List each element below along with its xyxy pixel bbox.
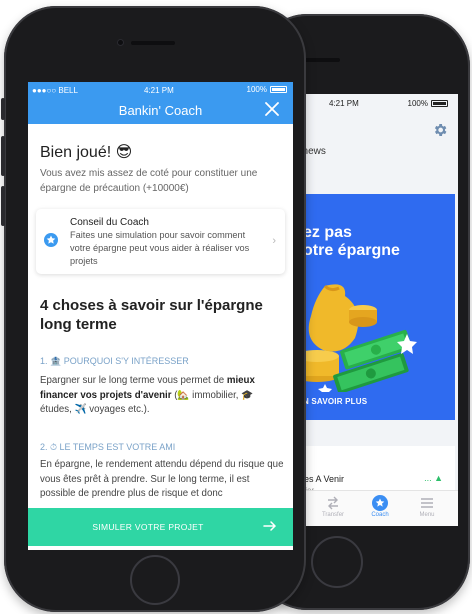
chevron-right-icon: ›	[272, 235, 276, 247]
promo-title: ez pas otre épargne	[303, 224, 400, 261]
battery-text: 100%	[246, 85, 267, 94]
coach-card-title: Conseil du Coach	[70, 217, 149, 228]
section1-text-start: Epargner sur le long terme vous permet d…	[40, 375, 227, 386]
coach-star-icon	[44, 233, 58, 247]
back-phone-speaker	[300, 58, 340, 62]
money-bag-illustration	[295, 284, 417, 392]
status-time: 4:21 PM	[144, 86, 174, 95]
tab-transfer[interactable]: Transfer	[308, 495, 358, 518]
back-home-button[interactable]	[311, 536, 363, 588]
back-phone-screen: 4:21 PM 100% t news ez pas otre épargne	[295, 94, 458, 526]
volume-up-button	[1, 136, 5, 176]
back-status-bar: 4:21 PM 100%	[295, 94, 458, 112]
tab-coach-label: Coach	[371, 512, 389, 518]
section2-text: En épargne, le rendement attendu dépend …	[40, 459, 284, 499]
promo-title-line2: otre épargne	[303, 242, 400, 260]
front-camera	[118, 40, 123, 45]
carrier-label: ●●●○○ BELL	[32, 86, 78, 95]
promo-cta-link[interactable]: N SAVOIR PLUS	[303, 397, 367, 406]
section1-text: Epargner sur le long terme vous permet d…	[40, 374, 284, 418]
arrow-right-icon	[263, 521, 277, 531]
tab-transfer-label: Transfer	[321, 512, 345, 518]
simulate-project-button[interactable]: SIMULER VOTRE PROJET	[28, 508, 293, 546]
front-speaker	[131, 41, 175, 45]
coach-screen: ●●●○○ BELL 4:21 PM 100% Bankin' Coach Bi…	[28, 82, 293, 550]
home-button[interactable]	[130, 555, 180, 605]
tab-coach[interactable]: Coach	[355, 495, 405, 518]
coach-star-icon	[372, 495, 388, 511]
section2-title: 2. ⏱ LE TEMPS EST VOTRE AMI	[40, 442, 176, 452]
section1-title: 1. 🏦 POURQUOI S'Y INTÉRESSER	[40, 356, 189, 366]
trend-up-icon: ... ▲	[424, 473, 443, 483]
coach-card-text: Faites une simulation pour savoir commen…	[70, 230, 250, 266]
back-battery-text: 100%	[407, 98, 428, 108]
status-battery: 100%	[247, 85, 287, 94]
promo-banner[interactable]: ez pas otre épargne N SAVOIR PLUS	[295, 194, 455, 420]
back-status-time: 4:21 PM	[329, 98, 359, 108]
close-icon[interactable]	[265, 102, 279, 116]
intro-text: Vous avez mis assez de coté pour constit…	[40, 168, 258, 194]
gear-icon[interactable]	[432, 122, 448, 138]
coach-advice-card[interactable]: Conseil du Coach Faites une simulation p…	[36, 209, 285, 274]
coach-content[interactable]: Bien joué! 😎 Vous avez mis assez de coté…	[28, 124, 293, 508]
transfer-icon	[328, 496, 338, 510]
simulate-project-label: SIMULER VOTRE PROJET	[92, 522, 204, 532]
section-heading: 4 choses à savoir sur l'épargne long ter…	[40, 297, 263, 333]
menu-icon	[421, 498, 433, 508]
back-status-battery: 100%	[408, 99, 448, 108]
front-phone: ●●●○○ BELL 4:21 PM 100% Bankin' Coach Bi…	[1, 6, 306, 612]
battery-icon	[431, 99, 448, 107]
congrats-heading: Bien joué! 😎	[40, 144, 133, 161]
volume-down-button	[1, 186, 5, 226]
status-bar: ●●●○○ BELL 4:21 PM 100%	[28, 82, 293, 98]
coach-header: ●●●○○ BELL 4:21 PM 100% Bankin' Coach	[28, 82, 293, 124]
battery-icon	[270, 86, 287, 93]
tab-menu[interactable]: Menu	[402, 495, 452, 518]
tab-bar: Transfer Coach Menu	[295, 490, 458, 526]
page-title: Bankin' Coach	[118, 103, 203, 118]
tab-menu-label: Menu	[419, 512, 435, 518]
mute-switch	[1, 98, 5, 120]
promo-title-line1: ez pas	[303, 224, 352, 241]
